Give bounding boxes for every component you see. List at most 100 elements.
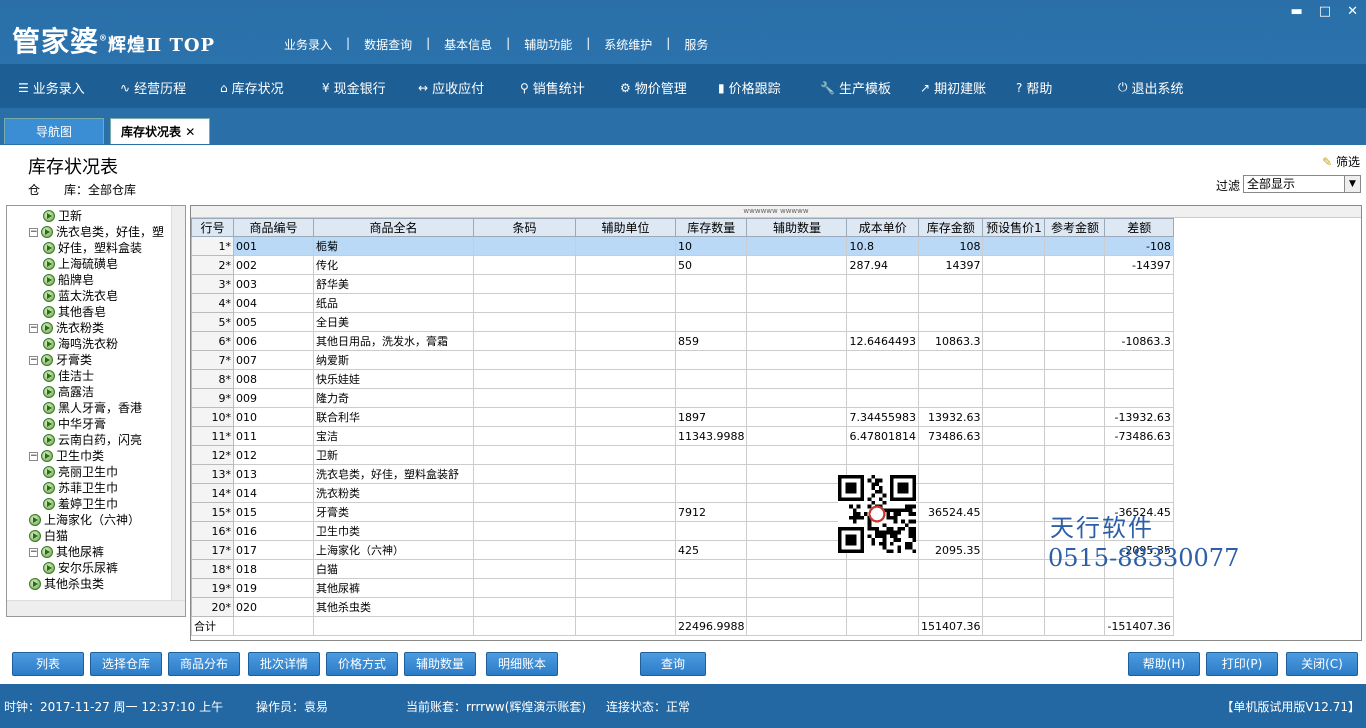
table-cell[interactable]: 004 <box>233 293 314 313</box>
table-cell[interactable] <box>674 350 748 370</box>
table-row[interactable]: 6* 006 其他日用品，洗发水，膏霜 859 12.6464493 10863.3 -10… <box>191 331 1174 351</box>
table-cell[interactable] <box>1104 445 1174 465</box>
table-cell[interactable]: 010 <box>233 407 314 427</box>
table-cell[interactable]: 013 <box>233 464 314 484</box>
expand-toggle-icon[interactable]: − <box>29 323 38 333</box>
table-cell[interactable] <box>846 445 919 465</box>
table-cell[interactable]: 50 <box>674 255 748 275</box>
tree-node[interactable]: 白猫 <box>29 528 68 544</box>
table-cell[interactable] <box>1044 312 1106 332</box>
table-cell[interactable]: 快乐娃娃 <box>313 369 474 389</box>
table-cell[interactable] <box>982 483 1046 503</box>
table-cell[interactable] <box>846 597 919 617</box>
action-button[interactable]: 商品分布 <box>168 652 240 676</box>
table-cell[interactable]: 其他日用品，洗发水，膏霜 <box>313 331 474 351</box>
table-row[interactable]: 19* 019 其他尿裤 <box>191 578 1174 598</box>
table-cell[interactable] <box>674 559 748 579</box>
table-cell[interactable] <box>674 483 748 503</box>
table-cell[interactable] <box>982 312 1046 332</box>
table-cell[interactable]: 014 <box>233 483 314 503</box>
table-cell[interactable]: 6.47801814 <box>846 426 919 446</box>
table-cell[interactable]: 10863.3 <box>917 331 984 351</box>
table-row[interactable]: 3* 003 舒华美 <box>191 274 1174 294</box>
table-row[interactable]: 7* 007 纳爱斯 <box>191 350 1174 370</box>
table-cell[interactable]: 018 <box>233 559 314 579</box>
table-cell[interactable]: -108 <box>1104 236 1174 256</box>
expand-toggle-icon[interactable]: − <box>29 355 38 365</box>
table-cell[interactable] <box>746 236 848 256</box>
table-cell[interactable] <box>746 521 848 541</box>
table-cell[interactable]: 10.8 <box>846 236 919 256</box>
table-cell[interactable]: 传化 <box>313 255 474 275</box>
table-cell[interactable]: 纳爱斯 <box>313 350 474 370</box>
table-cell[interactable] <box>575 521 676 541</box>
nav-item[interactable]: ↔ 应收应付 <box>418 78 484 98</box>
table-cell[interactable] <box>746 502 848 522</box>
column-header[interactable]: 条码 <box>473 218 576 237</box>
table-cell[interactable] <box>473 483 576 503</box>
table-cell[interactable] <box>917 312 984 332</box>
table-cell[interactable] <box>982 407 1046 427</box>
nav-item[interactable]: ↗ 期初建账 <box>920 78 986 98</box>
table-cell[interactable] <box>982 274 1046 294</box>
table-cell[interactable]: 859 <box>674 331 748 351</box>
table-row[interactable]: 8* 008 快乐娃娃 <box>191 369 1174 389</box>
table-cell[interactable] <box>575 483 676 503</box>
table-cell[interactable]: -13932.63 <box>1104 407 1174 427</box>
table-cell[interactable] <box>1044 388 1106 408</box>
column-header[interactable]: 库存金额 <box>917 218 984 237</box>
table-cell[interactable] <box>917 521 984 541</box>
table-cell[interactable] <box>473 350 576 370</box>
table-cell[interactable] <box>674 369 748 389</box>
table-cell[interactable] <box>473 369 576 389</box>
table-cell[interactable] <box>982 540 1046 560</box>
action-button[interactable]: 辅助数量 <box>404 652 476 676</box>
dialog-button[interactable]: 帮助(H) <box>1128 652 1200 676</box>
table-cell[interactable]: 白猫 <box>313 559 474 579</box>
tree-node[interactable]: 羞婷卫生巾 <box>43 496 118 512</box>
tree-node[interactable]: 苏菲卫生巾 <box>43 480 118 496</box>
maximize-button[interactable]: □ <box>1319 4 1331 19</box>
table-cell[interactable] <box>575 502 676 522</box>
table-cell[interactable] <box>1044 483 1106 503</box>
expand-toggle-icon[interactable]: − <box>29 547 38 557</box>
table-cell[interactable] <box>917 388 984 408</box>
table-cell[interactable] <box>917 597 984 617</box>
column-header[interactable]: 差额 <box>1104 218 1174 237</box>
table-cell[interactable] <box>575 255 676 275</box>
dialog-button[interactable]: 关闭(C) <box>1286 652 1358 676</box>
table-cell[interactable]: 006 <box>233 331 314 351</box>
table-cell[interactable] <box>846 312 919 332</box>
table-cell[interactable]: 10 <box>674 236 748 256</box>
table-cell[interactable]: 洗衣皂类，好佳，塑料盒装舒 <box>313 464 474 484</box>
table-cell[interactable] <box>982 521 1046 541</box>
table-cell[interactable] <box>1104 350 1174 370</box>
table-cell[interactable] <box>1104 578 1174 598</box>
table-cell[interactable] <box>575 578 676 598</box>
table-cell[interactable] <box>982 293 1046 313</box>
table-cell[interactable] <box>846 274 919 294</box>
table-cell[interactable]: 009 <box>233 388 314 408</box>
table-cell[interactable] <box>674 578 748 598</box>
table-cell[interactable] <box>575 274 676 294</box>
nav-item[interactable]: ⏻ 退出系统 <box>1118 78 1184 97</box>
table-cell[interactable]: -10863.3 <box>1104 331 1174 351</box>
table-cell[interactable] <box>746 483 848 503</box>
table-cell[interactable] <box>473 521 576 541</box>
tree-node[interactable]: − 洗衣皂类，好佳，塑 <box>29 224 164 240</box>
table-cell[interactable]: 108 <box>917 236 984 256</box>
table-cell[interactable] <box>575 597 676 617</box>
table-cell[interactable]: 019 <box>233 578 314 598</box>
table-cell[interactable] <box>1044 597 1106 617</box>
tree-node[interactable]: − 牙膏类 <box>29 352 92 368</box>
table-row[interactable]: 10* 010 联合利华 1897 7.34455983 13932.63 -13932.6… <box>191 407 1174 427</box>
table-row[interactable]: 5* 005 全日美 <box>191 312 1174 332</box>
table-cell[interactable] <box>917 369 984 389</box>
table-cell[interactable] <box>1104 464 1174 484</box>
table-row[interactable]: 20* 020 其他杀虫类 <box>191 597 1174 617</box>
table-cell[interactable]: -14397 <box>1104 255 1174 275</box>
table-cell[interactable] <box>1044 236 1106 256</box>
tree-node[interactable]: 亮丽卫生巾 <box>43 464 118 480</box>
table-cell[interactable] <box>746 407 848 427</box>
table-cell[interactable] <box>674 445 748 465</box>
